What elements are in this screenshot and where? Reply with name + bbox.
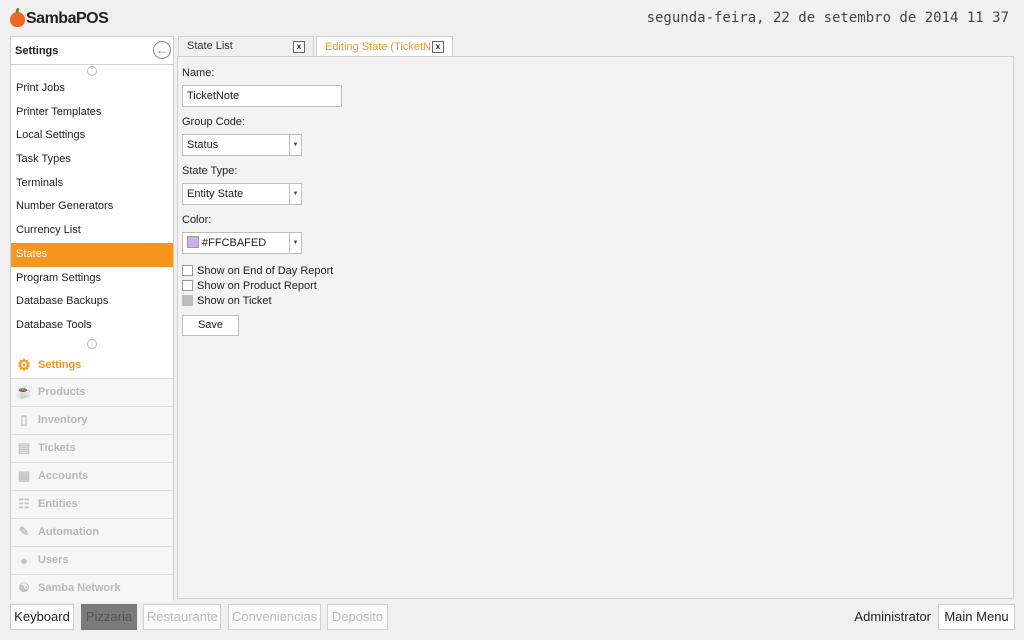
sidebar-title: Settings [15,44,59,57]
keyboard-button[interactable]: Keyboard [10,604,74,630]
section-tickets[interactable]: ▤ Tickets [11,433,173,462]
tab-editing-state-label: Editing State (TicketN [325,40,431,53]
department-restaurante-button[interactable]: Restaurante [143,604,221,630]
department-deposito-button[interactable]: Deposito [327,604,388,630]
app-name: SambaPOS [26,10,109,27]
sidebar-item-print-jobs[interactable]: Print Jobs [11,77,173,101]
top-bar: SambaPOS segunda-feira, 22 de setembro d… [0,0,1024,36]
section-automation-label: Automation [38,526,100,539]
globe-icon: ☯ [18,580,30,596]
color-value: #FFCBAFED [202,237,267,249]
end-of-day-report-option[interactable]: Show on End of Day Report [182,263,342,278]
section-settings-label: Settings [38,358,82,371]
sidebar-item-number-generators[interactable]: Number Generators [11,195,173,219]
books-icon: ▤ [17,440,31,456]
main-menu-button[interactable]: Main Menu [938,604,1015,630]
section-settings[interactable]: ⚙ Settings [11,352,173,378]
state-type-label: State Type: [182,165,238,177]
section-users-label: Users [38,554,69,567]
section-users[interactable]: ● Users [11,545,173,574]
tab-editing-state[interactable]: Editing State (TicketN x [316,36,453,57]
scroll-up-button[interactable]: ↑ [11,65,173,77]
section-samba-network[interactable]: ☯ Samba Network [11,573,173,602]
sidebar-item-states[interactable]: States [11,242,173,267]
sidebar-item-printer-templates[interactable]: Printer Templates [11,101,173,125]
date-time: segunda-feira, 22 de setembro de 2014 11… [646,10,1009,26]
arrow-up-icon: ↑ [87,66,97,76]
section-entities-label: Entities [38,498,78,511]
sidebar-item-currency-list[interactable]: Currency List [11,219,173,243]
chevron-down-icon[interactable]: ▼ [289,184,301,204]
department-pizzaria-button[interactable]: Pizzaria [81,604,137,630]
chevron-down-icon[interactable]: ▼ [289,135,301,155]
color-label: Color: [182,214,212,226]
sidebar-item-terminals[interactable]: Terminals [11,172,173,196]
grid-icon: ☷ [18,496,30,512]
color-picker[interactable]: #FFCBAFED ▼ [182,232,302,254]
color-swatch [187,236,199,249]
section-entities[interactable]: ☷ Entities [11,489,173,518]
section-accounts[interactable]: ▦ Accounts [11,461,173,490]
department-conveniencias-button[interactable]: Conveniencias [228,604,321,630]
current-user: Administrator [854,609,931,624]
save-button[interactable]: Save [182,315,239,336]
product-report-label: Show on Product Report [197,279,317,292]
calculator-icon: ▦ [17,468,31,484]
cup-icon: ☕ [15,384,33,400]
sambapos-logo: SambaPOS [10,10,109,28]
sidebar-item-program-settings[interactable]: Program Settings [11,267,173,291]
section-inventory-label: Inventory [38,414,88,427]
box-icon: ▯ [20,412,28,428]
group-code-label: Group Code: [182,116,245,128]
end-of-day-report-label: Show on End of Day Report [197,264,334,277]
section-accounts-label: Accounts [38,470,89,483]
section-automation[interactable]: ✎ Automation [11,517,173,546]
state-type-value: Entity State [187,188,244,200]
bottom-bar: Keyboard Pizzaria Restaurante Convenienc… [0,604,1024,632]
close-icon[interactable]: x [293,40,305,53]
group-code-value: Status [187,139,219,151]
tab-state-list-label: State List [187,40,233,52]
sidebar-header: Settings ← [11,37,173,65]
tab-strip: State List x Editing State (TicketN x [178,36,455,57]
sidebar-item-local-settings[interactable]: Local Settings [11,124,173,148]
edit-state-panel: Name: TicketNote Group Code: Status ▼ St… [177,56,1014,599]
section-samba-network-label: Samba Network [38,582,121,595]
sidebar-item-database-backups[interactable]: Database Backups [11,290,173,314]
close-icon[interactable]: x [432,41,444,53]
section-products[interactable]: ☕ Products [11,377,173,406]
sidebar-item-task-types[interactable]: Task Types [11,148,173,172]
sidebar: Settings ← ↑ Print Jobs Printer Template… [10,36,174,602]
chevron-down-icon[interactable]: ▼ [289,233,301,253]
show-on-ticket-checkbox[interactable] [182,295,193,306]
show-on-ticket-label: Show on Ticket [197,294,272,307]
section-products-label: Products [38,386,86,399]
state-form: Name: TicketNote Group Code: Status ▼ St… [182,67,342,336]
section-tickets-label: Tickets [38,442,76,455]
gear-icon: ⚙ [17,356,31,374]
end-of-day-report-checkbox[interactable] [182,265,193,276]
arrow-down-icon: ↓ [87,338,97,349]
sidebar-item-database-tools[interactable]: Database Tools [11,314,173,338]
name-label: Name: [182,67,215,79]
product-report-checkbox[interactable] [182,280,193,291]
apple-logo-icon [10,11,25,27]
pen-icon: ✎ [18,524,30,540]
name-input[interactable]: TicketNote [182,85,342,107]
scroll-down-button[interactable]: ↓ [11,338,173,350]
show-on-ticket-option[interactable]: Show on Ticket [182,293,342,308]
section-inventory[interactable]: ▯ Inventory [11,405,173,434]
state-type-dropdown[interactable]: Entity State ▼ [182,183,302,205]
tab-state-list[interactable]: State List x [178,36,314,56]
product-report-option[interactable]: Show on Product Report [182,278,342,293]
group-code-dropdown[interactable]: Status ▼ [182,134,302,156]
back-arrow-icon[interactable]: ← [153,41,171,59]
user-icon: ● [20,552,28,568]
